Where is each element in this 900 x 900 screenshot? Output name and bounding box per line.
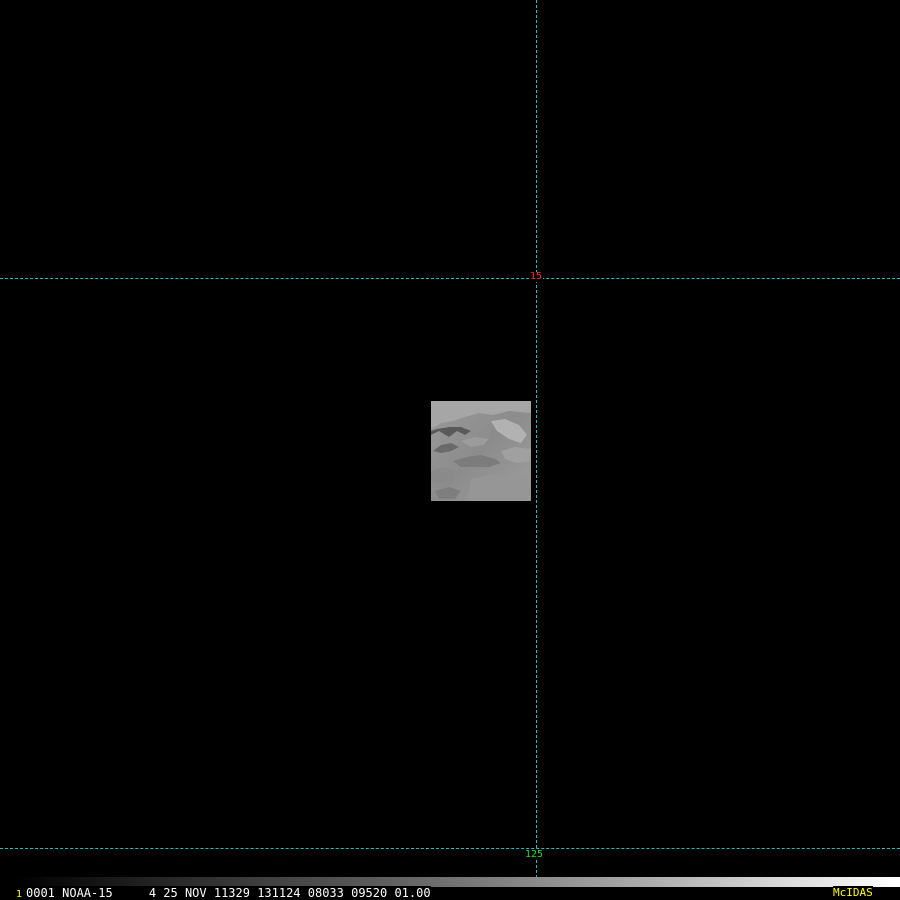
frame-number: 1 xyxy=(16,889,23,900)
longitude-grid-line xyxy=(536,0,537,883)
satellite-imagery xyxy=(431,401,531,501)
longitude-label: 125 xyxy=(524,849,545,860)
latitude-grid-line xyxy=(0,278,900,279)
image-info-text: 0001 NOAA-15 4 25 NOV 11329 131124 08033… xyxy=(26,886,431,900)
latitude-grid-line xyxy=(0,848,900,849)
satellite-image-tile[interactable] xyxy=(431,401,531,501)
status-bar: 1 0001 NOAA-15 4 25 NOV 11329 131124 080… xyxy=(0,876,900,900)
image-display-frame[interactable]: 15 125 1 0001 NOAA-15 4 25 NOV 11329 131… xyxy=(0,0,900,900)
mcidas-brand: McIDAS xyxy=(833,886,873,900)
latitude-label: 15 xyxy=(529,271,544,282)
